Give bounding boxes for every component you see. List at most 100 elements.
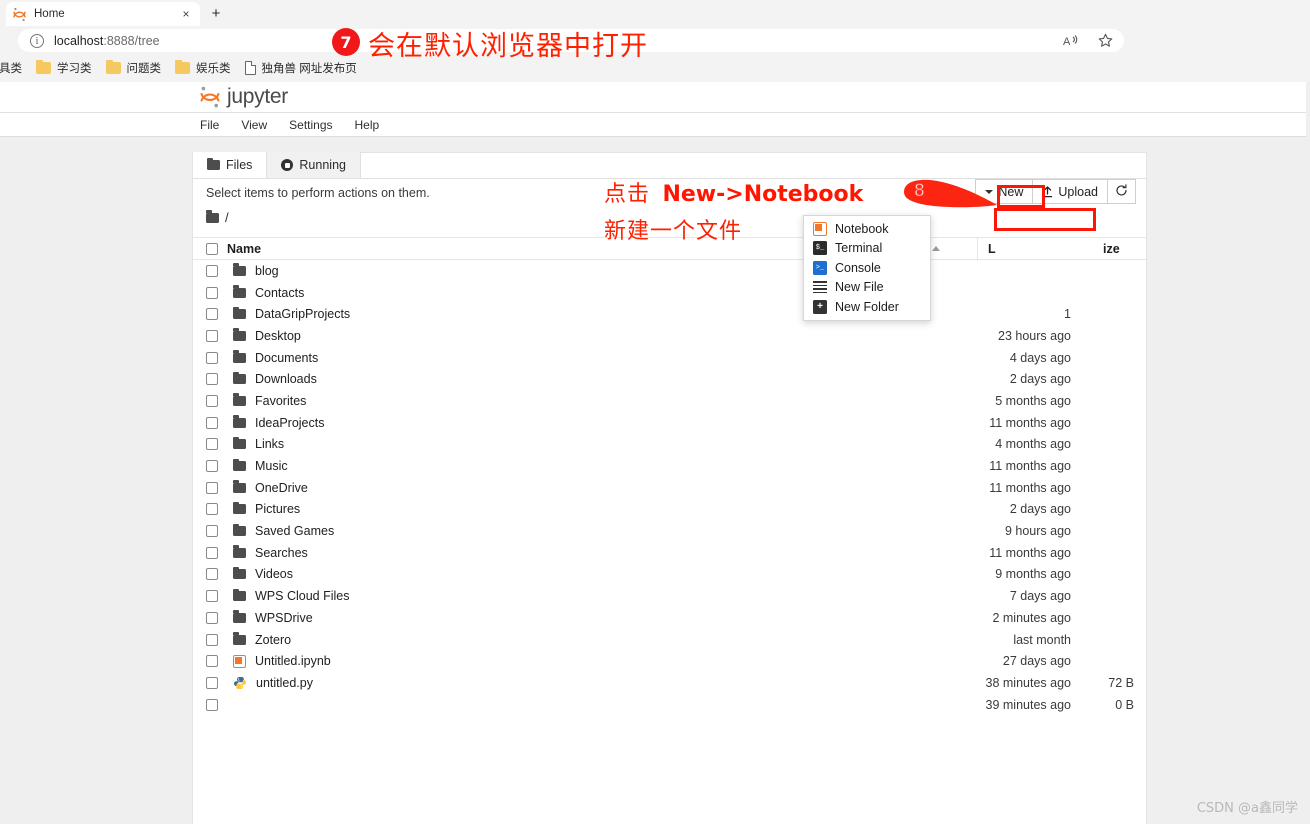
close-icon[interactable]: × (178, 6, 194, 22)
table-row[interactable]: Contacts (193, 282, 1146, 304)
file-name[interactable]: Videos (255, 567, 293, 581)
menu-help[interactable]: Help (355, 118, 380, 132)
row-checkbox[interactable] (206, 286, 218, 299)
row-checkbox[interactable] (206, 525, 218, 538)
column-header-size[interactable]: ize (1103, 242, 1120, 256)
table-row[interactable]: Favorites 5 months ago (193, 390, 1146, 412)
menu-item-terminal[interactable]: $_ Terminal (804, 239, 930, 259)
table-row[interactable]: Pictures 2 days ago (193, 499, 1146, 521)
table-row[interactable]: Videos 9 months ago (193, 564, 1146, 586)
table-row[interactable]: untitled.py 38 minutes ago 72 B (193, 672, 1146, 694)
row-checkbox[interactable] (206, 264, 218, 277)
file-name[interactable]: IdeaProjects (255, 416, 324, 430)
file-name[interactable]: Zotero (255, 633, 291, 647)
breadcrumb[interactable]: / (206, 210, 229, 225)
table-row[interactable]: WPS Cloud Files 7 days ago (193, 585, 1146, 607)
folder-icon (233, 632, 246, 645)
row-checkbox[interactable] (206, 481, 218, 494)
file-name[interactable]: Pictures (255, 502, 300, 516)
select-all-checkbox[interactable] (206, 242, 218, 255)
site-info-icon[interactable]: i (30, 33, 44, 48)
table-row[interactable]: Untitled.ipynb 27 days ago (193, 650, 1146, 672)
folder-icon (233, 328, 246, 341)
menu-settings[interactable]: Settings (289, 118, 332, 132)
table-row[interactable]: blog (193, 260, 1146, 282)
bookmark-item[interactable]: 学习类 (29, 57, 99, 79)
table-row[interactable]: Links 4 months ago (193, 434, 1146, 456)
menu-item-new-file[interactable]: New File (804, 278, 930, 298)
table-row[interactable]: WPSDrive 2 minutes ago (193, 607, 1146, 629)
file-modified: 11 months ago (989, 545, 1071, 560)
browser-tab-home[interactable]: Home × (6, 2, 200, 26)
table-row[interactable]: Desktop 23 hours ago (193, 325, 1146, 347)
file-size: 0 B (1115, 697, 1134, 712)
file-name[interactable]: Contacts (255, 286, 304, 300)
table-row[interactable]: Zotero last month (193, 629, 1146, 651)
file-modified: 11 months ago (989, 459, 1071, 474)
column-header-modified[interactable]: L (988, 242, 996, 256)
read-aloud-icon[interactable]: A (1062, 32, 1079, 49)
row-checkbox[interactable] (206, 698, 218, 711)
file-name[interactable]: Saved Games (255, 524, 334, 538)
row-checkbox[interactable] (206, 633, 218, 646)
menu-file[interactable]: File (200, 118, 219, 132)
table-row[interactable]: Saved Games 9 hours ago (193, 520, 1146, 542)
file-name[interactable]: untitled.py (256, 676, 313, 690)
file-name[interactable]: blog (255, 264, 279, 278)
table-row[interactable]: Searches 11 months ago (193, 542, 1146, 564)
table-row[interactable]: Downloads 2 days ago (193, 368, 1146, 390)
row-checkbox[interactable] (206, 308, 218, 321)
table-row[interactable]: IdeaProjects 11 months ago (193, 412, 1146, 434)
refresh-button[interactable] (1108, 179, 1136, 204)
row-checkbox[interactable] (206, 394, 218, 407)
row-checkbox[interactable] (206, 373, 218, 386)
table-row[interactable]: 39 minutes ago 0 B (193, 694, 1146, 716)
file-name[interactable]: Music (255, 459, 288, 473)
row-checkbox[interactable] (206, 676, 218, 689)
file-name[interactable]: Documents (255, 351, 318, 365)
bookmark-item[interactable]: 具类 (0, 57, 29, 79)
row-checkbox[interactable] (206, 655, 218, 668)
file-name[interactable]: Searches (255, 546, 308, 560)
menu-item-console[interactable]: >_ Console (804, 258, 930, 278)
row-checkbox[interactable] (206, 438, 218, 451)
file-name[interactable]: OneDrive (255, 481, 308, 495)
file-name[interactable]: Downloads (255, 372, 317, 386)
tab-files[interactable]: Files (193, 152, 267, 178)
file-modified: 9 months ago (995, 567, 1071, 582)
table-row[interactable]: OneDrive 11 months ago (193, 477, 1146, 499)
row-checkbox[interactable] (206, 416, 218, 429)
sort-ascending-icon[interactable] (932, 246, 940, 251)
menu-view[interactable]: View (241, 118, 267, 132)
column-header-name[interactable]: Name (227, 242, 261, 256)
favorites-star-icon[interactable] (1097, 32, 1114, 49)
file-name[interactable]: Favorites (255, 394, 306, 408)
table-row[interactable]: DataGripProjects 1 (193, 303, 1146, 325)
table-row[interactable]: Documents 4 days ago (193, 347, 1146, 369)
folder-icon (233, 480, 246, 493)
menu-item-new-folder[interactable]: New Folder (804, 297, 930, 317)
row-checkbox[interactable] (206, 590, 218, 603)
file-name[interactable]: Desktop (255, 329, 301, 343)
folder-icon (105, 59, 121, 74)
row-checkbox[interactable] (206, 611, 218, 624)
file-name[interactable]: WPS Cloud Files (255, 589, 349, 603)
row-checkbox[interactable] (206, 503, 218, 516)
tab-running[interactable]: Running (266, 152, 361, 178)
bookmark-item[interactable]: 娱乐类 (168, 57, 238, 79)
row-checkbox[interactable] (206, 568, 218, 581)
row-checkbox[interactable] (206, 546, 218, 559)
row-checkbox[interactable] (206, 329, 218, 342)
new-tab-button[interactable]: + (204, 3, 228, 25)
row-checkbox[interactable] (206, 351, 218, 364)
row-checkbox[interactable] (206, 460, 218, 473)
file-name[interactable]: Untitled.ipynb (255, 654, 331, 668)
file-modified: 9 hours ago (1004, 524, 1071, 539)
bookmark-item[interactable]: 独角兽 网址发布页 (238, 57, 364, 79)
file-name[interactable]: Links (255, 437, 284, 451)
menu-item-notebook[interactable]: Notebook (804, 219, 930, 239)
table-row[interactable]: Music 11 months ago (193, 455, 1146, 477)
file-name[interactable]: WPSDrive (255, 611, 313, 625)
bookmark-item[interactable]: 问题类 (99, 57, 169, 79)
file-name[interactable]: DataGripProjects (255, 307, 350, 321)
